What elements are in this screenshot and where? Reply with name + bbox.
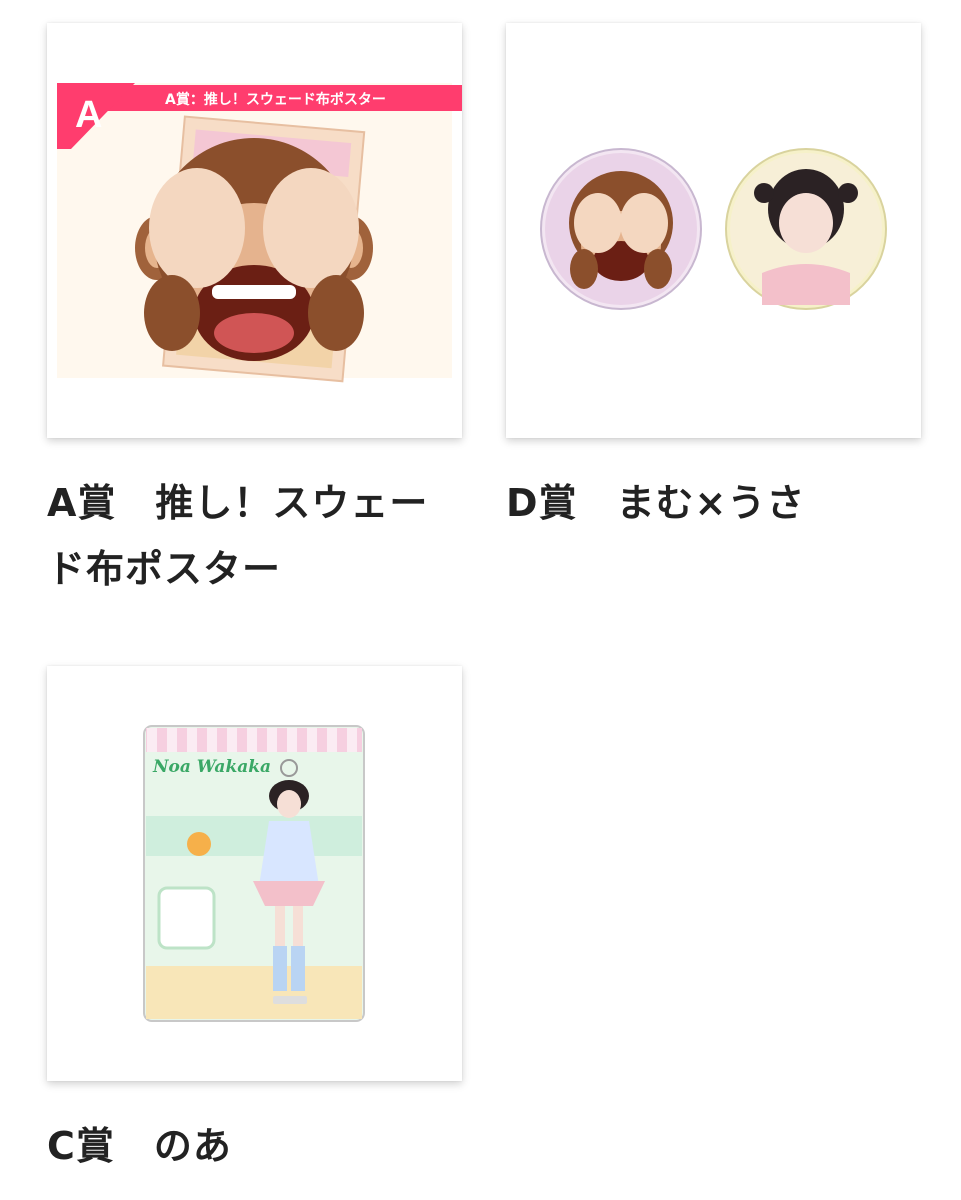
badge-monkey-icon	[540, 148, 702, 310]
poster-badge-letter: A	[75, 94, 102, 136]
badge-photo-icon	[725, 148, 887, 310]
poster-image: A A賞：推し！スウェード布ポスター	[57, 83, 462, 383]
prize-grid: A A賞：推し！スウェード布ポスター A賞 推し！スウェード布ポスター D賞 ま…	[0, 0, 961, 1200]
can-badge-image	[540, 148, 887, 310]
poster-banner-text: A賞：推し！スウェード布ポスター	[165, 91, 386, 108]
acrylic-stand-icon: Noa Wakaka	[143, 725, 365, 1022]
acrylic-stand-image: Noa Wakaka	[143, 725, 365, 1022]
prize-caption-d[interactable]: D賞 まむ×うさ	[506, 470, 916, 536]
prize-caption-a[interactable]: A賞 推し！スウェード布ポスター	[47, 470, 457, 602]
prize-caption-c[interactable]: C賞 のあ	[47, 1113, 457, 1179]
prize-card-d[interactable]	[506, 23, 921, 438]
prize-card-c[interactable]: Noa Wakaka	[47, 666, 462, 1081]
stand-nameplate: Noa Wakaka	[152, 757, 271, 777]
prize-card-a[interactable]: A A賞：推し！スウェード布ポスター	[47, 23, 462, 438]
